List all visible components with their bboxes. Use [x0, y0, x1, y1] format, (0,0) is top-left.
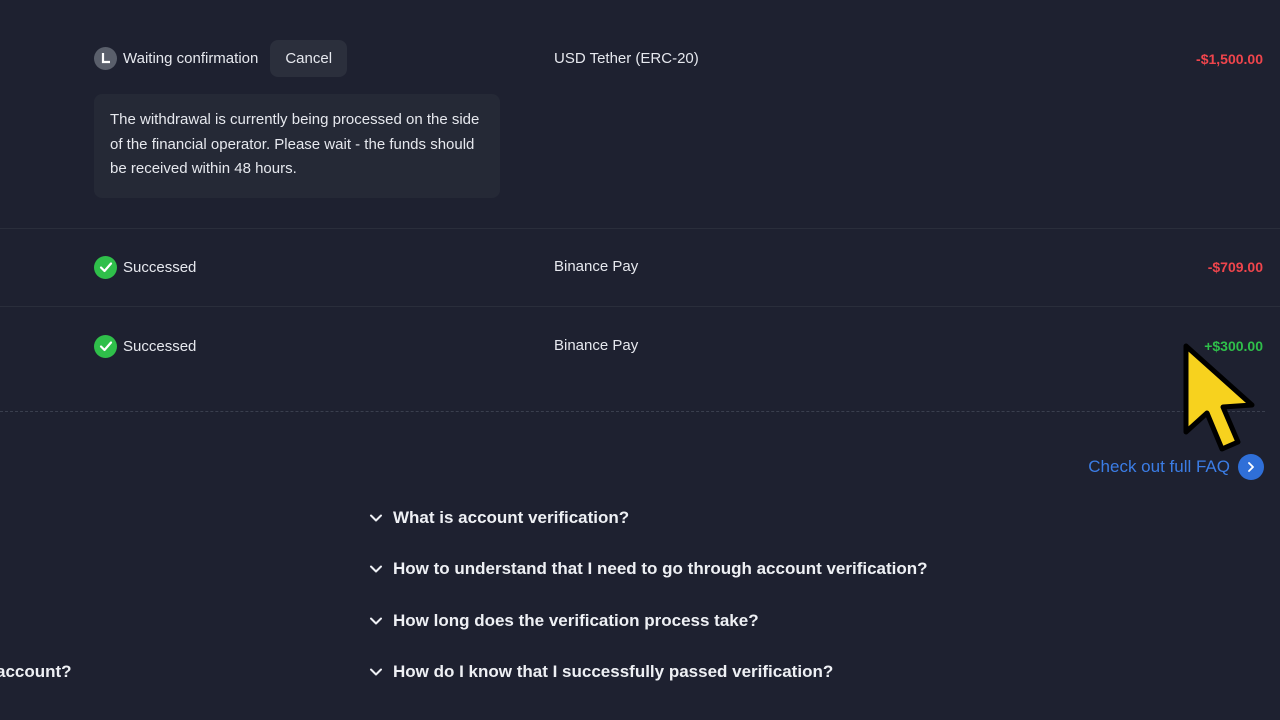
cursor-pointer-icon: [1183, 343, 1255, 452]
faq-question-label: How do I know that I successfully passed…: [393, 662, 834, 681]
chevron-down-icon: [368, 665, 383, 680]
amount: -$1,500.00: [1196, 51, 1263, 67]
faq-question-label: What is account verification?: [393, 508, 630, 527]
status-cell: Successed: [94, 334, 196, 358]
cancel-button[interactable]: Cancel: [270, 40, 348, 77]
faq-question[interactable]: How to understand that I need to go thro…: [368, 559, 928, 579]
faq-question-label: How long does the verification process t…: [393, 611, 759, 630]
amount: -$709.00: [1207, 259, 1263, 275]
check-circle-icon: [94, 255, 117, 279]
status-label: Successed: [123, 258, 197, 276]
chevron-down-icon: [368, 511, 383, 526]
row-divider: [0, 228, 1280, 229]
faq-question-partial[interactable]: account?: [0, 662, 72, 682]
chevron-down-icon: [368, 614, 383, 629]
faq-question[interactable]: What is account verification?: [368, 508, 629, 528]
status-cell: Successed: [94, 255, 196, 279]
faq-question[interactable]: How do I know that I successfully passed…: [368, 662, 833, 682]
transactions-page: Waiting confirmation Cancel USD Tether (…: [0, 0, 1280, 720]
payment-method: USD Tether (ERC-20): [554, 50, 699, 67]
faq-question[interactable]: How long does the verification process t…: [368, 611, 759, 631]
status-cell: Waiting confirmation Cancel: [94, 39, 348, 78]
status-label: Successed: [123, 337, 197, 355]
withdrawal-info-message: The withdrawal is currently being proces…: [94, 94, 500, 198]
payment-method: Binance Pay: [554, 337, 639, 354]
payment-method: Binance Pay: [554, 258, 639, 275]
clock-icon: [94, 47, 117, 70]
faq-question-label: How to understand that I need to go thro…: [393, 559, 928, 578]
section-divider: [0, 411, 1265, 412]
row-divider: [0, 306, 1280, 307]
chevron-down-icon: [368, 562, 383, 577]
check-circle-icon: [94, 334, 117, 358]
status-label: Waiting confirmation: [123, 50, 259, 67]
